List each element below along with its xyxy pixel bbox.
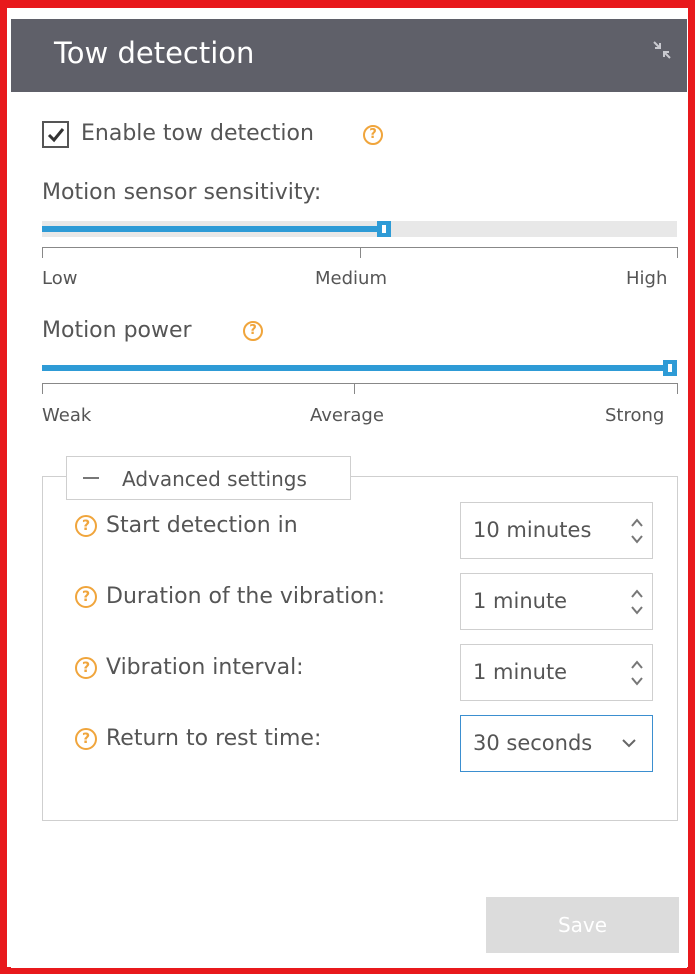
enable-tow-detection-label: Enable tow detection <box>81 121 314 146</box>
panel-header: Tow detection <box>11 19 687 92</box>
sensitivity-label: Motion sensor sensitivity: <box>42 180 322 205</box>
panel-title: Tow detection <box>54 36 255 70</box>
sensitivity-slider-handle[interactable] <box>377 221 391 237</box>
advanced-settings-label: Advanced settings <box>122 467 307 491</box>
spinner-arrows-icon[interactable] <box>630 657 644 689</box>
motion-power-slider[interactable] <box>42 360 677 376</box>
help-icon[interactable]: ? <box>243 321 263 341</box>
start-detection-value: 10 minutes <box>473 518 592 542</box>
motion-power-strong-label: Strong <box>605 405 665 426</box>
help-icon[interactable]: ? <box>75 657 97 679</box>
return-to-rest-value: 30 seconds <box>473 731 593 755</box>
tick-mark <box>42 383 43 394</box>
advanced-settings-toggle[interactable]: Advanced settings <box>66 456 351 500</box>
vibration-duration-label: Duration of the vibration: <box>106 584 386 609</box>
motion-power-slider-handle[interactable] <box>663 360 677 376</box>
return-to-rest-select[interactable]: 30 seconds <box>460 715 653 772</box>
motion-power-average-label: Average <box>310 405 384 426</box>
collapse-minus-icon <box>83 477 99 479</box>
tick-mark <box>42 247 43 258</box>
motion-power-scale-line <box>42 383 678 384</box>
tick-mark <box>354 383 355 394</box>
chevron-down-icon[interactable] <box>620 734 638 752</box>
spinner-arrows-icon[interactable] <box>630 515 644 547</box>
help-icon[interactable]: ? <box>363 125 383 145</box>
motion-power-slider-fill <box>42 365 670 371</box>
collapse-arrows-icon[interactable] <box>651 39 673 61</box>
vibration-interval-spinner[interactable]: 1 minute <box>460 644 653 701</box>
vibration-duration-spinner[interactable]: 1 minute <box>460 573 653 630</box>
sensitivity-slider[interactable] <box>42 221 677 237</box>
tick-mark <box>677 247 678 258</box>
motion-power-weak-label: Weak <box>42 405 92 426</box>
sensitivity-low-label: Low <box>42 268 78 289</box>
tick-mark <box>677 383 678 394</box>
help-icon[interactable]: ? <box>75 515 97 537</box>
enable-tow-detection-checkbox[interactable] <box>42 121 69 148</box>
sensitivity-high-label: High <box>626 268 668 289</box>
sensitivity-slider-fill <box>42 226 384 232</box>
tick-mark <box>360 247 361 258</box>
spinner-arrows-icon[interactable] <box>630 586 644 618</box>
checkmark-icon <box>47 128 65 143</box>
help-icon[interactable]: ? <box>75 586 97 608</box>
tow-detection-panel: Tow detection Enable tow detection ? Mot… <box>11 19 687 968</box>
start-detection-spinner[interactable]: 10 minutes <box>460 502 653 559</box>
return-to-rest-label: Return to rest time: <box>106 726 322 751</box>
vibration-duration-value: 1 minute <box>473 589 568 613</box>
help-icon[interactable]: ? <box>75 728 97 750</box>
vibration-interval-value: 1 minute <box>473 660 568 684</box>
start-detection-label: Start detection in <box>106 513 298 538</box>
vibration-interval-label: Vibration interval: <box>106 655 304 680</box>
save-button[interactable]: Save <box>486 897 679 953</box>
sensitivity-medium-label: Medium <box>315 268 387 289</box>
motion-power-label: Motion power <box>42 318 192 343</box>
